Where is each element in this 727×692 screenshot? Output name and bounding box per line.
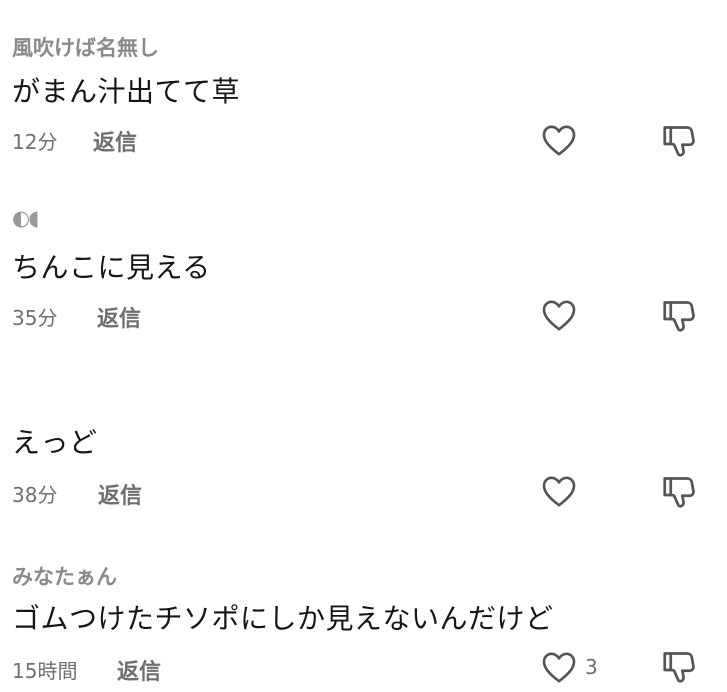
dislike-button[interactable] <box>658 120 700 162</box>
thumbs-down-outline-icon <box>663 301 695 332</box>
thumbs-down-outline-icon <box>663 126 695 157</box>
comment-time: 38分 <box>12 483 58 507</box>
heart-outline-icon <box>542 125 576 156</box>
reply-button[interactable]: 返信 <box>93 125 137 157</box>
like-button[interactable] <box>539 647 579 687</box>
heart-outline-icon <box>542 300 576 331</box>
comment-username[interactable]: みなたぁん <box>12 561 117 591</box>
comment-text: ちんこに見える <box>12 251 211 284</box>
comment-text: がまん汁出てて草 <box>12 75 241 108</box>
comment-text: えっど <box>12 426 98 459</box>
reply-button[interactable]: 返信 <box>97 301 141 333</box>
comment-username[interactable]: ◐◖ <box>12 206 39 230</box>
dislike-button[interactable] <box>658 646 700 688</box>
heart-outline-icon <box>542 476 576 507</box>
reply-button[interactable]: 返信 <box>117 654 161 686</box>
reply-button[interactable]: 返信 <box>98 478 142 510</box>
comment-time: 12分 <box>12 130 58 154</box>
thumbs-down-outline-icon <box>663 652 695 683</box>
thumbs-down-outline-icon <box>663 477 695 508</box>
comment-time: 35分 <box>12 306 58 330</box>
comment-time: 15時間 <box>12 659 78 683</box>
like-button[interactable] <box>539 471 579 511</box>
dislike-button[interactable] <box>658 295 700 337</box>
dislike-button[interactable] <box>658 471 700 513</box>
like-button[interactable] <box>539 295 579 335</box>
comment-text: ゴムつけたチソポにしか見えないんだけど <box>12 602 554 635</box>
like-button[interactable] <box>539 120 579 160</box>
like-count: 3 <box>585 655 598 679</box>
comment-username[interactable]: 風吹けば名無し <box>12 32 159 62</box>
heart-outline-icon <box>542 652 576 683</box>
